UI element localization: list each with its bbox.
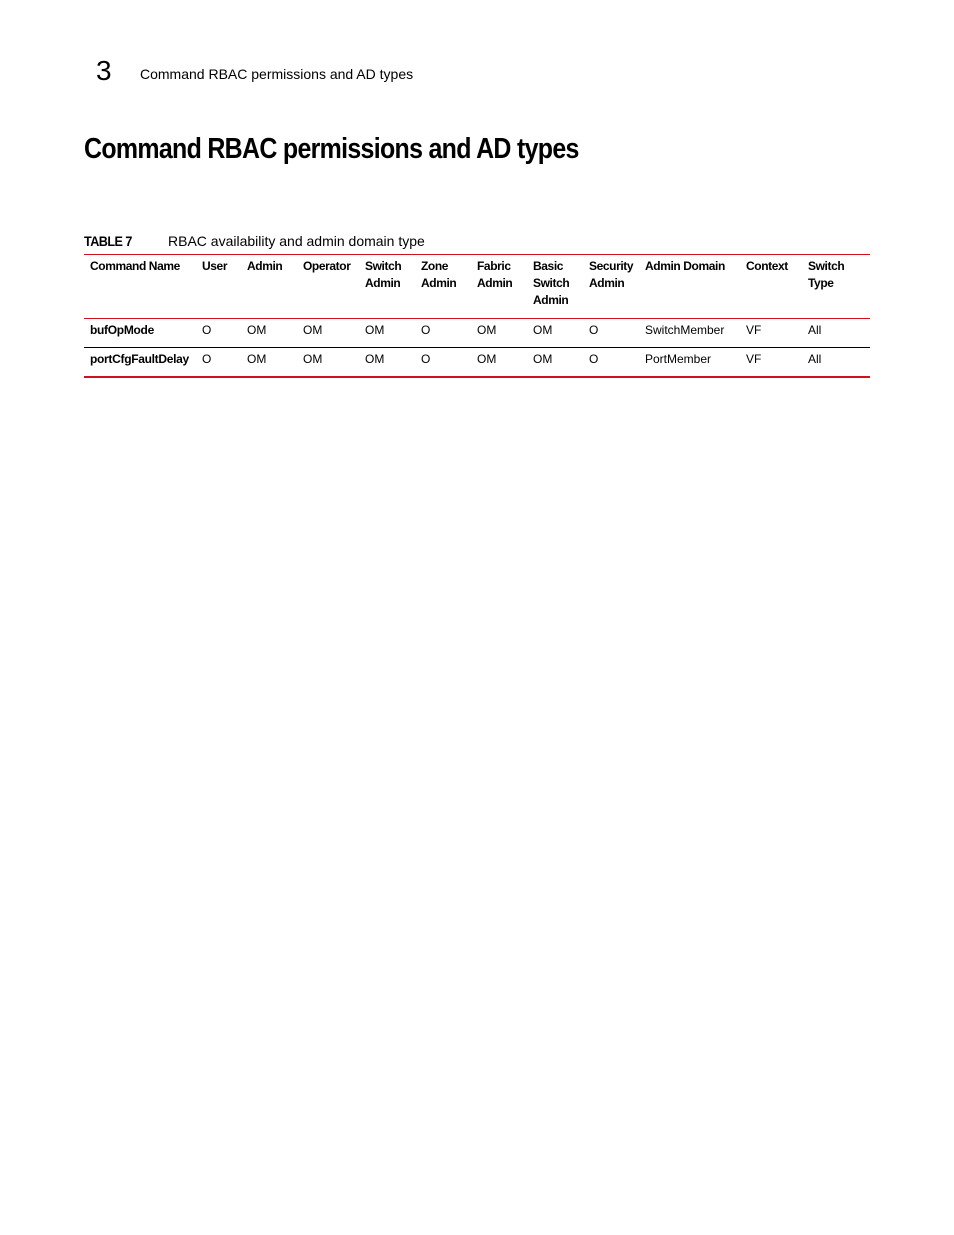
column-header: Command Name [90, 259, 180, 273]
table-cell: All [808, 352, 822, 366]
column-header: Operator [303, 259, 351, 273]
column-header: Basic Switch Admin [533, 259, 570, 307]
table-cell: VF [746, 323, 762, 337]
table-cell: OM [247, 323, 267, 337]
chapter-number: 3 [96, 55, 112, 86]
table-cell: OM [303, 352, 323, 366]
table-cell: OM [365, 352, 385, 366]
table-cell: O [202, 323, 212, 337]
table-cell: O [202, 352, 212, 366]
command-name-cell: bufOpMode [90, 323, 154, 337]
table-cell: All [808, 323, 822, 337]
table-label: TABLE 7 [84, 233, 132, 249]
table-cell: OM [477, 323, 497, 337]
column-header: Zone Admin [421, 259, 457, 290]
table-cell: PortMember [645, 352, 712, 366]
page-title: Command RBAC permissions and AD types [84, 133, 579, 165]
table-cell: O [589, 352, 599, 366]
table-cell: O [421, 323, 431, 337]
table-row: bufOpMode O OM OM OM O OM OM O SwitchMem… [84, 319, 870, 348]
table-row: portCfgFaultDelay O OM OM OM O OM OM O P… [84, 348, 870, 377]
column-header: Context [746, 259, 788, 273]
table-cell: OM [303, 323, 323, 337]
table-caption: TABLE 7 RBAC availability and admin domai… [84, 232, 425, 250]
running-header: Command RBAC permissions and AD types [140, 66, 414, 82]
table-cell: OM [533, 323, 553, 337]
table-cell: OM [477, 352, 497, 366]
command-name-cell: portCfgFaultDelay [90, 352, 189, 366]
table-cell: OM [365, 323, 385, 337]
table-cell: SwitchMember [645, 323, 725, 337]
table-cell: O [421, 352, 431, 366]
table-cell: OM [533, 352, 553, 366]
column-header: Admin Domain [645, 259, 725, 273]
column-header: Admin [247, 259, 283, 273]
table-cell: VF [746, 352, 762, 366]
column-header: Fabric Admin [477, 259, 513, 290]
table-header-row: Command Name User Admin Operator Switch … [84, 254, 870, 319]
column-header: User [202, 259, 228, 273]
table-cell: O [589, 323, 599, 337]
column-header: Switch Admin [365, 259, 402, 290]
table-cell: OM [247, 352, 267, 366]
table-caption-text: RBAC availability and admin domain type [168, 233, 425, 249]
rbac-table: Command Name User Admin Operator Switch … [84, 254, 870, 378]
column-header: Switch Type [808, 259, 845, 290]
column-header: Security Admin [589, 259, 634, 290]
